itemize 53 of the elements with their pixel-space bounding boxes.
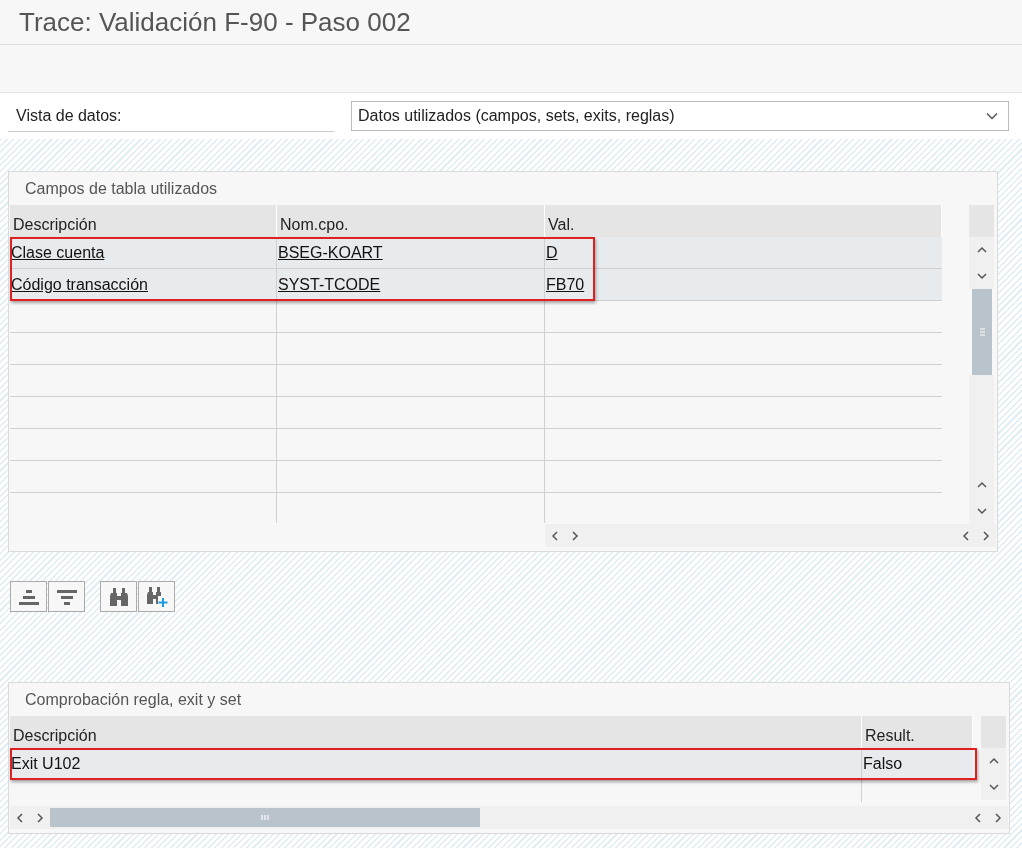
cell-link[interactable]: SYST-TCODE — [278, 275, 381, 294]
cell-link[interactable]: D — [546, 243, 558, 262]
chevron-left-icon — [16, 812, 24, 823]
chevron-right-icon — [994, 812, 1002, 823]
panel-title: Campos de tabla utilizados — [24, 179, 219, 199]
scroll-left-button[interactable] — [10, 806, 30, 829]
chevron-right-icon — [571, 530, 579, 541]
chevron-up-icon — [988, 757, 999, 765]
filter-button[interactable] — [48, 581, 85, 612]
chevron-right-icon — [982, 530, 990, 541]
scrollbar-thumb[interactable] — [50, 808, 480, 827]
column-header[interactable]: Nom.cpo. — [277, 205, 545, 237]
table-cell: Falso — [863, 754, 903, 773]
data-view-dropdown[interactable]: Datos utilizados (campos, sets, exits, reglas) — [351, 101, 1009, 131]
scroll-up-button[interactable] — [981, 748, 1006, 774]
expand-button[interactable] — [10, 581, 47, 612]
filter-lines-icon — [56, 588, 77, 605]
chevron-up-icon — [976, 246, 987, 254]
scroll-up-button[interactable] — [969, 237, 994, 263]
table-cell: Exit U102 — [11, 754, 81, 773]
table-row[interactable]: Código transacción SYST-TCODE FB70 — [10, 269, 942, 301]
scrollbar-thumb[interactable] — [972, 289, 992, 375]
find-button[interactable] — [100, 581, 137, 612]
chevron-down-icon — [988, 783, 999, 791]
chevron-down-icon — [986, 112, 998, 120]
scroll-down-button[interactable] — [981, 774, 1006, 800]
chevron-left-icon — [551, 530, 559, 541]
scroll-right-button[interactable] — [30, 806, 50, 829]
column-header[interactable]: Result. — [862, 716, 973, 748]
table-row[interactable]: Clase cuenta BSEG-KOART D — [10, 237, 942, 269]
stacked-lines-icon — [18, 588, 39, 605]
find-next-button[interactable] — [138, 581, 175, 612]
chevron-right-icon — [36, 812, 44, 823]
window-title: Trace: Validación F-90 - Paso 002 — [19, 6, 411, 38]
chevron-left-icon — [974, 812, 982, 823]
column-header[interactable]: Val. — [545, 205, 942, 237]
binoculars-icon — [108, 586, 129, 607]
cell-link[interactable]: Clase cuenta — [11, 243, 105, 262]
scroll-right-button[interactable] — [988, 806, 1008, 829]
scroll-down-button[interactable] — [969, 263, 994, 289]
cell-link[interactable]: FB70 — [546, 275, 585, 294]
chevron-up-icon — [976, 481, 987, 489]
chevron-down-icon — [976, 272, 987, 280]
field-label: Vista de datos: — [8, 100, 334, 132]
panel-title: Comprobación regla, exit y set — [24, 690, 243, 710]
cell-link[interactable]: Código transacción — [11, 275, 148, 294]
column-header[interactable]: Descripción — [10, 205, 277, 237]
chevron-left-icon — [962, 530, 970, 541]
chevron-down-icon — [976, 507, 987, 515]
scroll-left-button[interactable] — [545, 524, 565, 547]
column-header[interactable]: Descripción — [10, 716, 862, 748]
binoculars-plus-icon — [145, 585, 168, 608]
cell-link[interactable]: BSEG-KOART — [278, 243, 383, 262]
